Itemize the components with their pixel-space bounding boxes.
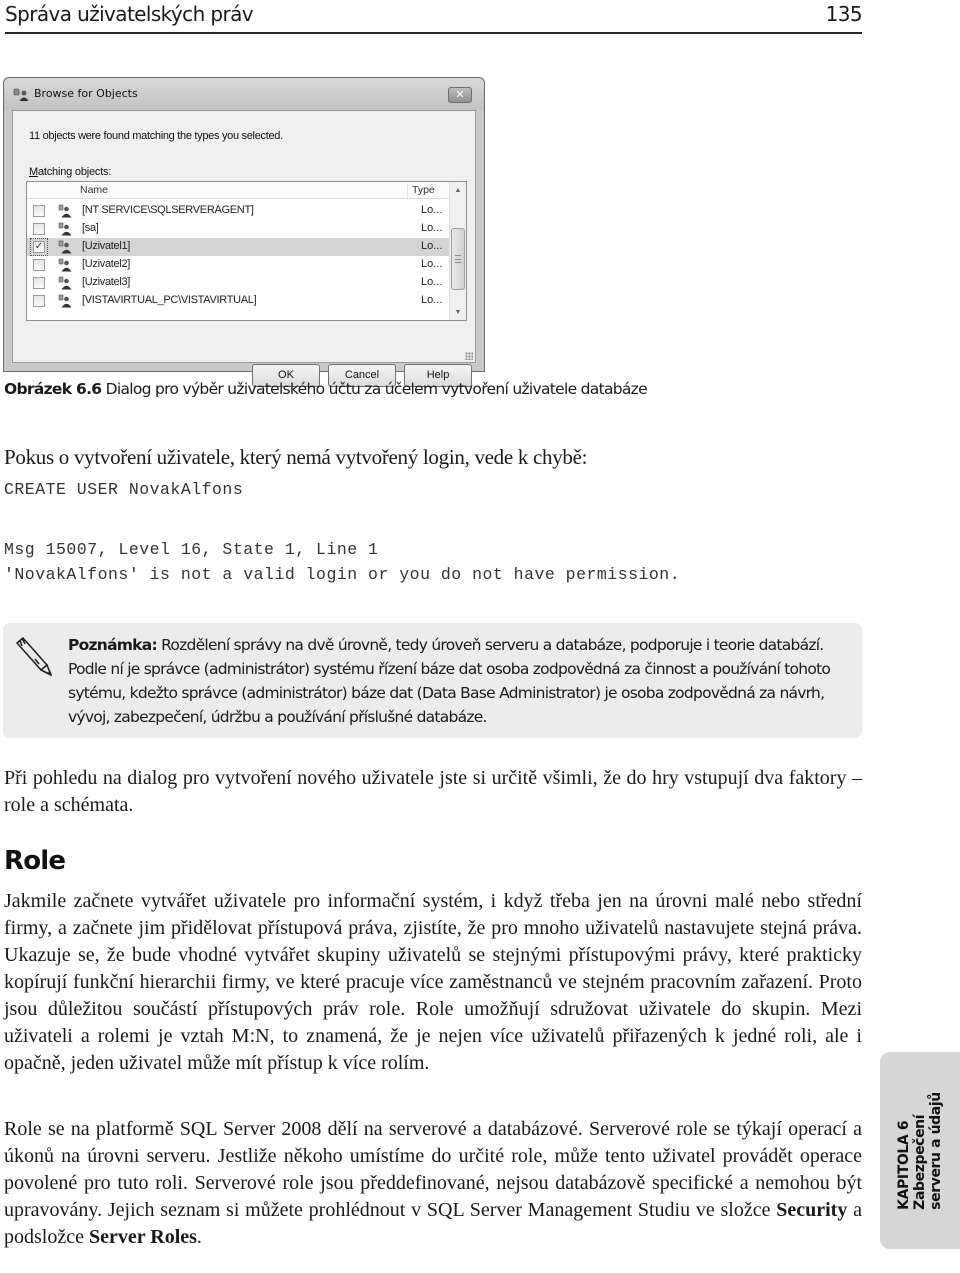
users-icon — [13, 88, 29, 101]
login-icon — [58, 204, 72, 218]
row-checkbox[interactable] — [33, 205, 45, 217]
row-name: [Uzivatel1] — [82, 240, 131, 252]
dialog-titlebar: Browse for Objects ✕ — [4, 78, 484, 110]
scrollbar-thumb[interactable] — [451, 228, 465, 290]
dialog-title: Browse for Objects — [34, 87, 138, 100]
page-number: 135 — [825, 2, 863, 26]
row-type: Lo... — [421, 258, 443, 270]
paragraph: Role se na platformě SQL Server 2008 děl… — [4, 1116, 862, 1251]
term-security: Security — [776, 1199, 848, 1221]
chapter-tab: KAPITOLA 6 Zabezpečení serveru a údajů — [880, 1052, 960, 1249]
figure-caption: Obrázek 6.6 Dialog pro výběr uživatelské… — [4, 380, 648, 398]
term-server-roles: Server Roles — [88, 1226, 197, 1248]
login-icon — [58, 258, 72, 272]
row-checkbox[interactable]: ✓ — [30, 238, 48, 256]
chapter-title-line2: serveru a údajů — [928, 1091, 944, 1210]
running-header: Správa uživatelských práv 135 — [5, 0, 863, 34]
list-row[interactable]: ✓ [Uzivatel1] Lo... — [27, 238, 451, 256]
list-row[interactable]: [sa] Lo... — [27, 220, 451, 238]
label-text: atching objects: — [37, 166, 112, 178]
vertical-scrollbar[interactable]: ▲ ▼ — [449, 182, 466, 320]
matching-objects-list[interactable]: Name Type [NT SERVICE\SQLSERVERAGENT] Lo.… — [26, 181, 467, 321]
row-checkbox[interactable] — [33, 259, 45, 271]
row-type: Lo... — [421, 276, 443, 288]
pencil-icon — [16, 637, 52, 676]
paragraph: Při pohledu na dialog pro vytvoření nové… — [4, 767, 862, 816]
code-statement: CREATE USER NovakAlfons — [4, 480, 244, 499]
error-line-1: Msg 15007, Level 16, State 1, Line 1 — [4, 540, 379, 559]
error-line-2: 'NovakAlfons' is not a valid login or yo… — [4, 565, 681, 584]
list-row[interactable]: [Uzivatel2] Lo... — [27, 256, 451, 274]
row-checkbox[interactable] — [33, 277, 45, 289]
scroll-up-arrow-icon[interactable]: ▲ — [450, 182, 466, 198]
login-icon — [58, 222, 72, 236]
result-message: 11 objects were found matching the types… — [29, 130, 283, 142]
column-header-name[interactable]: Name — [80, 184, 108, 196]
text: . — [196, 1226, 202, 1248]
section-heading: Role — [4, 846, 66, 876]
list-row[interactable]: [Uzivatel3] Lo... — [27, 274, 451, 292]
chapter-title-line1: Zabezpečení — [912, 1114, 928, 1210]
paragraph: Jakmile začnete vytvářet uživatele pro i… — [4, 890, 862, 1074]
list-row[interactable]: [NT SERVICE\SQLSERVERAGENT] Lo... — [27, 202, 451, 220]
note-box: Poznámka: Rozdělení správy na dvě úrovně… — [3, 623, 862, 738]
row-type: Lo... — [421, 240, 443, 252]
close-button[interactable]: ✕ — [448, 87, 472, 103]
row-type: Lo... — [421, 204, 443, 216]
intro-text: Pokus o vytvoření uživatele, který nemá … — [4, 445, 588, 469]
accelerator-key: M — [29, 166, 38, 178]
dialog-body: 11 objects were found matching the types… — [12, 110, 476, 387]
figure-caption-text: Dialog pro výběr uživatelského účtu za ú… — [101, 380, 648, 398]
browse-for-objects-dialog: Browse for Objects ✕ 11 objects were fou… — [3, 77, 485, 387]
note-body: Rozdělení správy na dvě úrovně, tedy úro… — [68, 636, 831, 726]
login-icon — [58, 276, 72, 290]
list-header: Name Type — [27, 182, 451, 200]
chapter-number: KAPITOLA 6 — [896, 1120, 912, 1210]
row-name: [Uzivatel2] — [82, 258, 131, 270]
note-label: Poznámka: — [68, 636, 158, 654]
row-type: Lo... — [421, 222, 443, 234]
resize-grip-icon[interactable] — [465, 352, 473, 360]
login-icon — [58, 240, 72, 254]
grip-icon — [455, 255, 461, 263]
row-type: Lo... — [421, 294, 443, 306]
chapter-label: KAPITOLA 6 Zabezpečení serveru a údajů — [896, 1092, 944, 1210]
row-name: [NT SERVICE\SQLSERVERAGENT] — [82, 204, 254, 216]
list-rows: [NT SERVICE\SQLSERVERAGENT] Lo... [sa] Lo..… — [27, 202, 451, 310]
scroll-down-arrow-icon[interactable]: ▼ — [450, 304, 466, 320]
row-checkbox[interactable] — [33, 223, 45, 235]
text: Role se na platformě SQL Server 2008 děl… — [4, 1118, 862, 1221]
figure-label: Obrázek 6.6 — [4, 380, 102, 398]
row-name: [Uzivatel3] — [82, 276, 131, 288]
list-row[interactable]: [VISTAVIRTUAL_PC\VISTAVIRTUAL] Lo... — [27, 292, 451, 310]
matching-objects-label: Matching objects: — [29, 166, 111, 178]
row-name: [sa] — [82, 222, 99, 234]
running-header-title: Správa uživatelských práv — [5, 2, 254, 26]
login-icon — [58, 294, 72, 308]
row-checkbox[interactable] — [33, 295, 45, 307]
column-header-type[interactable]: Type — [407, 184, 451, 200]
note-text: Poznámka: Rozdělení správy na dvě úrovně… — [68, 633, 853, 729]
row-name: [VISTAVIRTUAL_PC\VISTAVIRTUAL] — [82, 294, 257, 306]
